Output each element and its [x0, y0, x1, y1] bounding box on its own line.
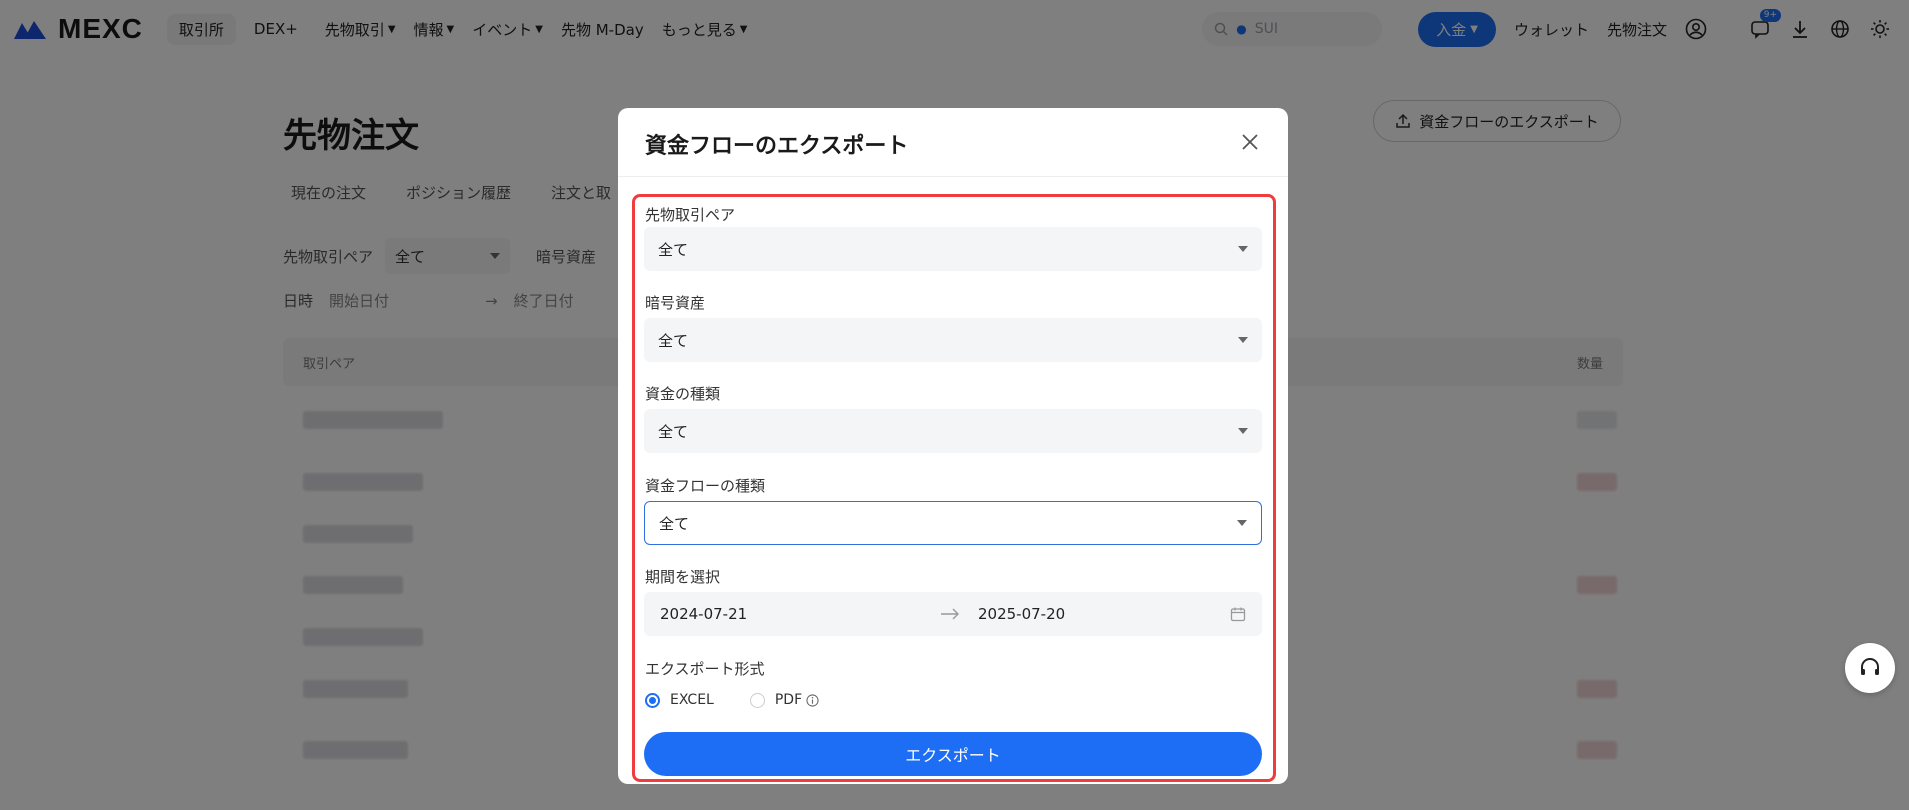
support-button[interactable] [1845, 643, 1895, 693]
fund-type-select[interactable]: 全て [644, 409, 1262, 453]
format-excel-label: EXCEL [670, 692, 714, 708]
caret-down-icon [1238, 246, 1248, 252]
export-button[interactable]: エクスポート [644, 732, 1262, 776]
calendar-icon[interactable] [1230, 606, 1246, 622]
asset-select[interactable]: 全て [644, 318, 1262, 362]
period-date-range[interactable]: 2024-07-21 2025-07-20 [644, 592, 1262, 636]
fund-type-label: 資金の種類 [645, 385, 721, 403]
format-pdf-label: PDF [774, 692, 803, 708]
info-icon[interactable] [806, 693, 819, 707]
period-end-input[interactable]: 2025-07-20 [972, 605, 1230, 623]
format-pdf-radio[interactable]: PDF [749, 692, 819, 708]
pair-select[interactable]: 全て [644, 227, 1262, 271]
export-modal: 資金フローのエクスポート 先物取引ペア 全て 暗号資産 全て 資金の種類 全て … [618, 108, 1288, 784]
format-label: エクスポート形式 [645, 660, 765, 678]
radio-unchecked-icon [749, 692, 765, 708]
pair-select-value: 全て [658, 240, 689, 259]
caret-down-icon [1238, 337, 1248, 343]
flow-type-select[interactable]: 全て [644, 501, 1262, 545]
asset-select-value: 全て [658, 331, 689, 350]
modal-header: 資金フローのエクスポート [618, 108, 1288, 177]
arrow-right-icon [928, 608, 972, 620]
fund-type-select-value: 全て [658, 422, 689, 441]
modal-title: 資金フローのエクスポート [645, 134, 909, 159]
caret-down-icon [1238, 428, 1248, 434]
flow-type-select-value: 全て [659, 514, 690, 533]
format-excel-radio[interactable]: EXCEL [645, 692, 714, 708]
format-radio-group: EXCEL PDF [645, 692, 819, 708]
pair-label: 先物取引ペア [645, 206, 736, 224]
flow-type-label: 資金フローの種類 [645, 477, 766, 495]
close-icon[interactable] [1238, 130, 1262, 154]
period-label: 期間を選択 [645, 568, 721, 586]
asset-label: 暗号資産 [645, 294, 706, 312]
caret-down-icon [1237, 520, 1247, 526]
headset-icon [1861, 658, 1879, 675]
radio-checked-icon [645, 692, 660, 708]
period-start-input[interactable]: 2024-07-21 [660, 605, 928, 623]
